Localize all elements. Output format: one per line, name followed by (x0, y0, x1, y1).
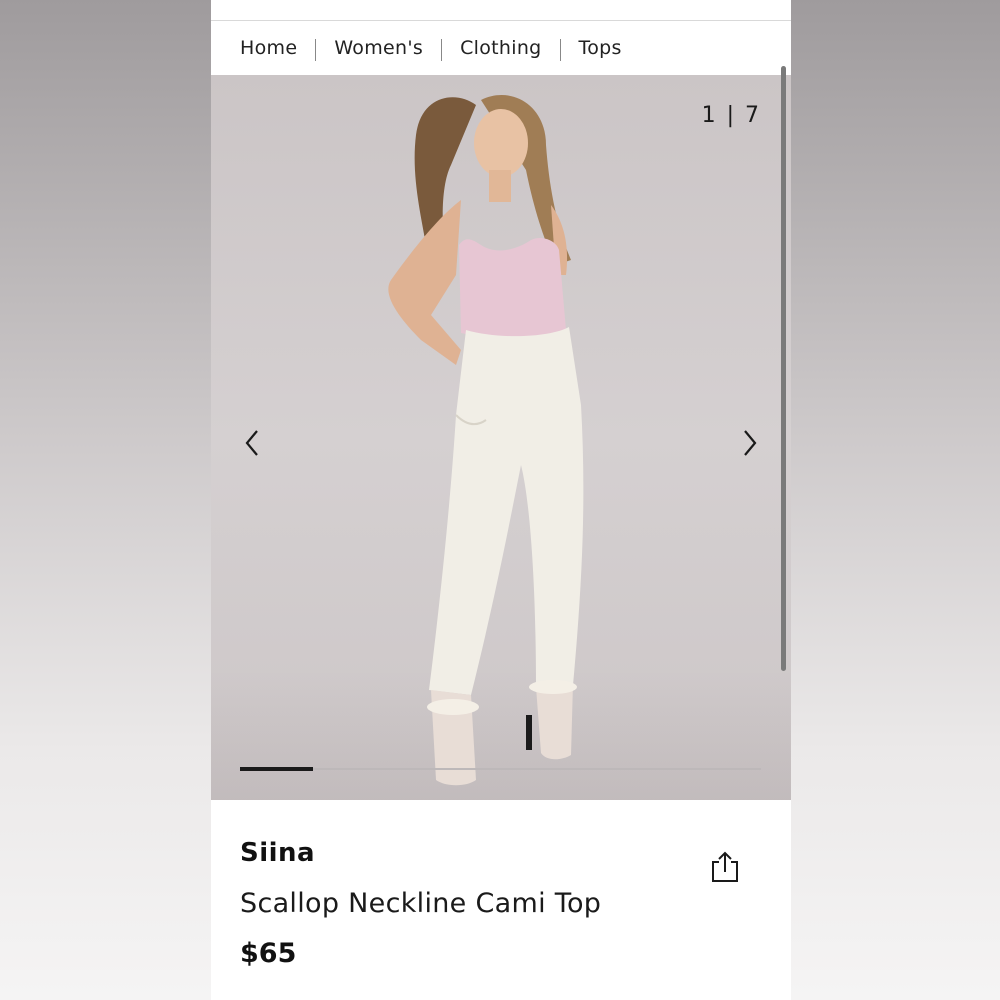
breadcrumb-womens[interactable]: Women's (334, 37, 423, 59)
breadcrumb-separator (315, 39, 317, 61)
breadcrumb-clothing[interactable]: Clothing (460, 37, 541, 59)
product-image-carousel[interactable]: 1 | 7 (211, 75, 791, 800)
product-title: Scallop Neckline Cami Top (240, 888, 602, 919)
carousel-progress-track (240, 767, 761, 771)
product-photo (388, 95, 584, 786)
chevron-left-icon (245, 430, 258, 456)
product-brand[interactable]: Siina (240, 838, 315, 868)
carousel-progress-fill (240, 767, 313, 771)
breadcrumb-tops[interactable]: Tops (579, 37, 622, 59)
breadcrumb: Home Women's Clothing Tops (240, 22, 780, 74)
top-bar (211, 0, 791, 21)
share-button[interactable] (708, 850, 742, 884)
breadcrumb-separator (559, 39, 561, 61)
phone-screen: Home Women's Clothing Tops 1 | 7 Siina S… (211, 0, 791, 1000)
previous-image-button[interactable] (237, 425, 267, 461)
breadcrumb-home[interactable]: Home (240, 37, 297, 59)
next-image-button[interactable] (735, 425, 765, 461)
breadcrumb-separator (441, 39, 443, 61)
product-price: $65 (240, 938, 297, 969)
chevron-right-icon (744, 430, 757, 456)
scrollbar[interactable] (781, 66, 786, 671)
share-icon (712, 851, 738, 882)
image-counter: 1 | 7 (701, 103, 761, 128)
